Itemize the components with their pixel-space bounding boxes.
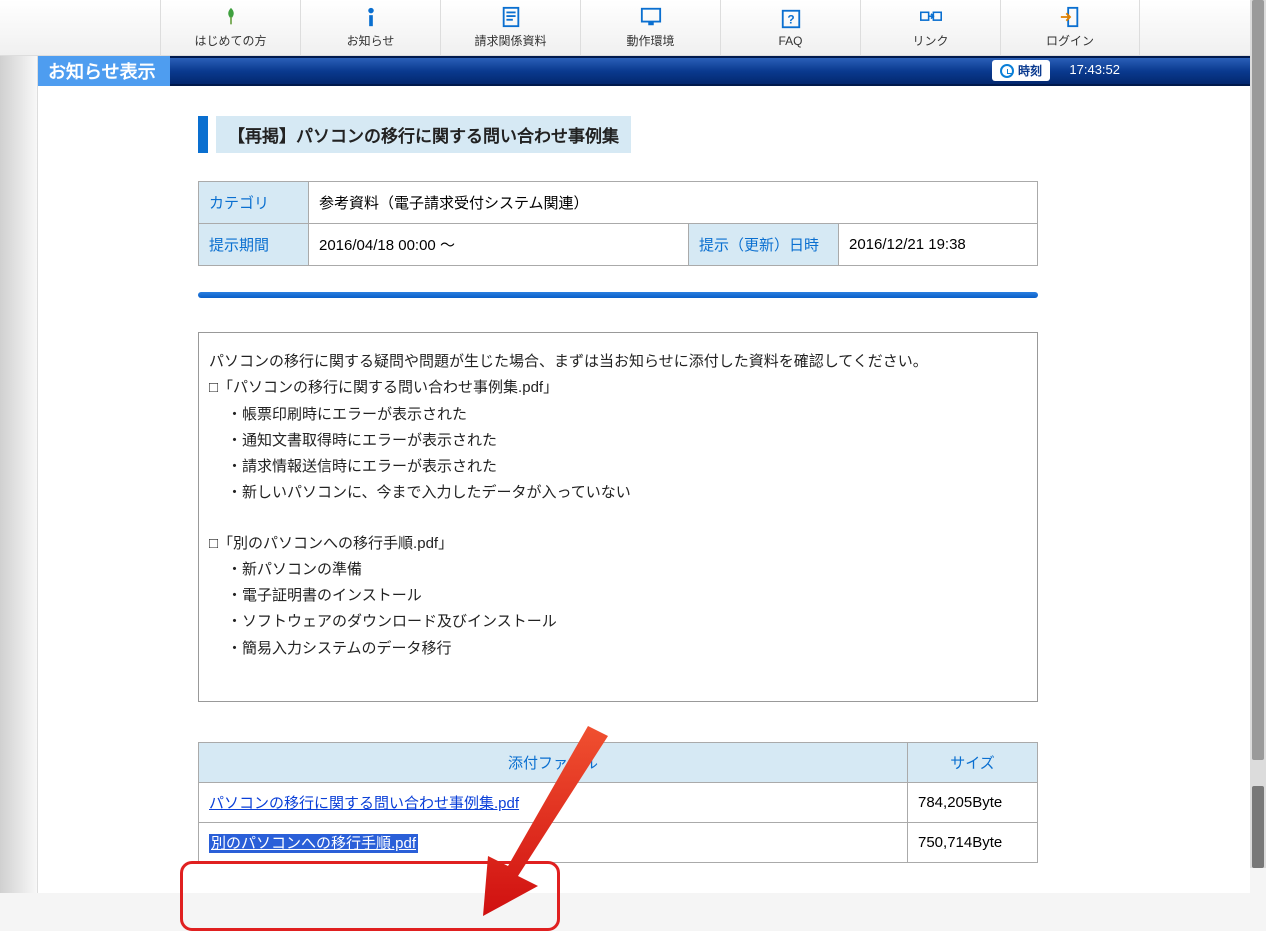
column-header-size: サイズ bbox=[908, 743, 1038, 783]
main-content: 【再掲】パソコンの移行に関する問い合わせ事例集 カテゴリ 参考資料（電子請求受付… bbox=[38, 86, 1250, 893]
clock-label: 時刻 bbox=[1018, 62, 1042, 79]
attachment-name-cell: パソコンの移行に関する問い合わせ事例集.pdf bbox=[199, 783, 908, 823]
notice-doc2-item: ・簡易入力システムのデータ移行 bbox=[209, 636, 1027, 662]
sprout-icon bbox=[220, 6, 242, 28]
updated-label: 提示（更新）日時 bbox=[689, 224, 839, 266]
notice-doc2-item: ・電子証明書のインストール bbox=[209, 583, 1027, 609]
faq-icon: ? bbox=[780, 8, 802, 30]
notice-doc1-item: ・新しいパソコンに、今まで入力したデータが入っていない bbox=[209, 480, 1027, 506]
article-meta-table: カテゴリ 参考資料（電子請求受付システム関連） 提示期間 2016/04/18 … bbox=[198, 181, 1038, 266]
notice-doc2-title: □「別のパソコンへの移行手順.pdf」 bbox=[209, 531, 1027, 557]
attachments-table: 添付ファイル サイズ パソコンの移行に関する問い合わせ事例集.pdf 784,20… bbox=[198, 742, 1038, 863]
attachment-size-cell: 750,714Byte bbox=[908, 823, 1038, 863]
article-header: 【再掲】パソコンの移行に関する問い合わせ事例集 bbox=[198, 116, 1090, 153]
clock-icon bbox=[1000, 64, 1014, 78]
notice-doc1-item: ・帳票印刷時にエラーが表示された bbox=[209, 402, 1027, 428]
info-icon bbox=[360, 6, 382, 28]
browser-scrollbar[interactable] bbox=[1250, 0, 1266, 868]
nav-label: はじめての方 bbox=[194, 32, 266, 49]
top-navigation: はじめての方 お知らせ 請求関係資料 動作環境? FAQ リンク ログイン bbox=[0, 0, 1250, 56]
notice-doc1-title: □「パソコンの移行に関する問い合わせ事例集.pdf」 bbox=[209, 375, 1027, 401]
attachment-name-cell: 別のパソコンへの移行手順.pdf bbox=[199, 823, 908, 863]
clock-widget: 時刻 bbox=[992, 60, 1050, 81]
scrollbar-thumb-bottom[interactable] bbox=[1252, 786, 1264, 868]
nav-monitor[interactable]: 動作環境 bbox=[580, 0, 720, 55]
attachment-size-cell: 784,205Byte bbox=[908, 783, 1038, 823]
period-label: 提示期間 bbox=[199, 224, 309, 266]
category-value: 参考資料（電子請求受付システム関連） bbox=[309, 182, 1038, 224]
login-icon bbox=[1059, 6, 1081, 28]
nav-label: 請求関係資料 bbox=[474, 32, 546, 49]
monitor-icon bbox=[640, 6, 662, 28]
category-label: カテゴリ bbox=[199, 182, 309, 224]
nav-label: ログイン bbox=[1046, 32, 1094, 49]
period-value: 2016/04/18 00:00 ～ bbox=[309, 224, 689, 266]
link-icon bbox=[920, 6, 942, 28]
nav-link[interactable]: リンク bbox=[860, 0, 1000, 55]
nav-info[interactable]: お知らせ bbox=[300, 0, 440, 55]
notice-intro: パソコンの移行に関する疑問や問題が生じた場合、まずは当お知らせに添付した資料を確… bbox=[209, 349, 1027, 375]
notice-doc2-item: ・ソフトウェアのダウンロード及びインストール bbox=[209, 609, 1027, 635]
document-icon bbox=[500, 6, 522, 28]
article-title: 【再掲】パソコンの移行に関する問い合わせ事例集 bbox=[216, 116, 631, 153]
attachment-row: 別のパソコンへの移行手順.pdf 750,714Byte bbox=[199, 823, 1038, 863]
current-time: 17:43:52 bbox=[1069, 62, 1120, 77]
left-decorative-stripe bbox=[0, 56, 38, 893]
section-divider bbox=[198, 292, 1038, 298]
nav-label: FAQ bbox=[778, 34, 802, 48]
nav-sprout[interactable]: はじめての方 bbox=[160, 0, 300, 55]
annotation-highlight-box bbox=[180, 861, 560, 931]
notice-doc1-item: ・請求情報送信時にエラーが表示された bbox=[209, 454, 1027, 480]
notice-doc2-item: ・新パソコンの準備 bbox=[209, 557, 1027, 583]
nav-login[interactable]: ログイン bbox=[1000, 0, 1140, 55]
nav-label: 動作環境 bbox=[626, 32, 674, 49]
svg-text:?: ? bbox=[787, 12, 794, 26]
title-accent-bar bbox=[198, 116, 208, 153]
attachment-link[interactable]: 別のパソコンへの移行手順.pdf bbox=[209, 834, 418, 853]
nav-label: リンク bbox=[912, 32, 948, 49]
notice-textarea[interactable]: パソコンの移行に関する疑問や問題が生じた場合、まずは当お知らせに添付した資料を確… bbox=[198, 332, 1038, 702]
attachment-link[interactable]: パソコンの移行に関する問い合わせ事例集.pdf bbox=[209, 795, 519, 812]
page-title: お知らせ表示 bbox=[34, 56, 170, 86]
notice-doc1-item: ・通知文書取得時にエラーが表示された bbox=[209, 428, 1027, 454]
page-banner: お知らせ表示 時刻 17:43:52 bbox=[0, 56, 1250, 86]
nav-label: お知らせ bbox=[347, 32, 395, 49]
nav-document[interactable]: 請求関係資料 bbox=[440, 0, 580, 55]
scrollbar-thumb-top[interactable] bbox=[1252, 0, 1264, 760]
updated-value: 2016/12/21 19:38 bbox=[839, 224, 1038, 266]
column-header-file: 添付ファイル bbox=[199, 743, 908, 783]
attachment-row: パソコンの移行に関する問い合わせ事例集.pdf 784,205Byte bbox=[199, 783, 1038, 823]
nav-faq[interactable]: ? FAQ bbox=[720, 0, 860, 55]
